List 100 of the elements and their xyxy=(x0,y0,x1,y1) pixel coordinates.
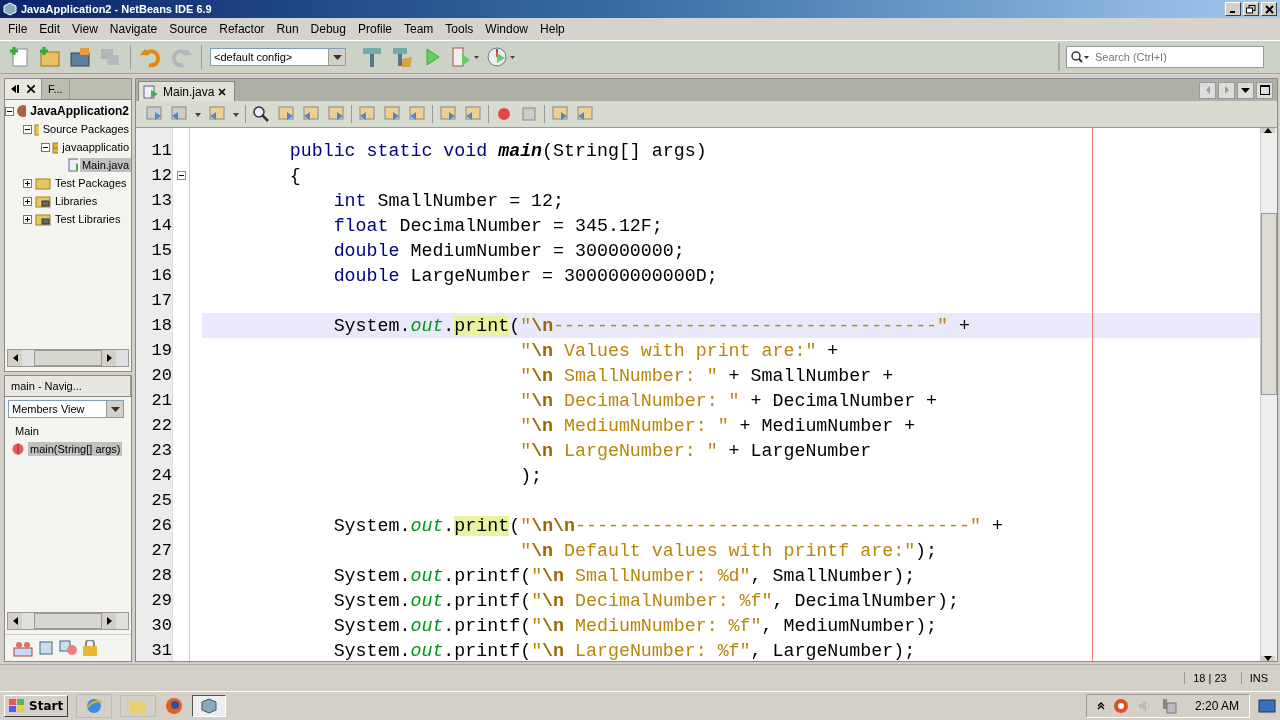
stop-icon[interactable] xyxy=(519,104,539,124)
menu-item[interactable]: Run xyxy=(270,22,305,36)
network-icon[interactable] xyxy=(1160,698,1177,714)
search-icon[interactable] xyxy=(251,104,271,124)
expand-icon[interactable] xyxy=(23,178,33,188)
collapse-icon[interactable] xyxy=(176,171,186,180)
field-name: out xyxy=(410,615,444,636)
string-literal: " xyxy=(520,365,532,386)
escape-sequence: \n xyxy=(542,590,565,611)
debug-icon[interactable] xyxy=(450,45,480,69)
arrow-left-icon[interactable] xyxy=(12,617,18,625)
document-list-button[interactable] xyxy=(1237,81,1254,99)
tree-item[interactable]: JavaApplication2 xyxy=(28,103,131,119)
windows-logo-icon xyxy=(9,699,25,713)
firefox-icon[interactable] xyxy=(164,696,185,716)
code-text: .printf( xyxy=(443,615,532,636)
restore-icon xyxy=(1246,4,1256,14)
clean-build-icon[interactable] xyxy=(390,45,414,69)
menu-item[interactable]: Profile xyxy=(352,22,398,36)
search-icon[interactable] xyxy=(1070,50,1090,64)
line-number: 28 xyxy=(151,566,172,585)
string-literal: ------------------------------------" xyxy=(575,515,981,536)
panel-tab[interactable] xyxy=(5,79,42,99)
browser-icon[interactable] xyxy=(76,694,113,718)
close-icon[interactable] xyxy=(27,85,35,93)
tree-item[interactable]: Test Libraries xyxy=(53,212,123,226)
arrow-left-icon[interactable] xyxy=(12,354,18,362)
line-number: 26 xyxy=(151,516,172,535)
config-dropdown[interactable]: <default config> xyxy=(210,48,346,66)
scroll-left-button[interactable] xyxy=(1199,81,1216,99)
menu-item[interactable]: Help xyxy=(534,22,571,36)
hammer-icon[interactable] xyxy=(360,45,384,69)
close-icon xyxy=(1264,4,1274,14)
editor-tab[interactable]: Main.java xyxy=(138,81,236,101)
menu-item[interactable]: Debug xyxy=(304,22,352,36)
square-circle-icon[interactable] xyxy=(57,640,79,656)
menu-item[interactable]: Navigate xyxy=(103,22,164,36)
member-item[interactable]: main(String[] args) xyxy=(28,442,123,456)
menu-item[interactable]: Source xyxy=(163,22,214,36)
code-text: + MediumNumber + xyxy=(738,415,916,436)
vertical-scrollbar[interactable] xyxy=(1260,128,1277,661)
tree-item[interactable]: Main.java xyxy=(79,158,131,172)
arrow-up-icon[interactable] xyxy=(1264,128,1272,133)
close-button[interactable] xyxy=(1261,2,1277,16)
menu-item[interactable]: File xyxy=(2,22,34,36)
tree-item[interactable]: Libraries xyxy=(53,194,100,208)
arrow-right-icon[interactable] xyxy=(106,354,112,362)
square-icon[interactable] xyxy=(39,641,53,655)
lock-icon[interactable] xyxy=(83,640,97,656)
menu-item[interactable]: Edit xyxy=(33,22,67,36)
minimize-panel-icon[interactable] xyxy=(11,84,21,94)
menu-item[interactable]: Tools xyxy=(439,22,480,36)
arrow-right-icon[interactable] xyxy=(106,617,112,625)
collapse-icon[interactable] xyxy=(41,142,50,152)
project-icon xyxy=(16,104,27,118)
line-number: 21 xyxy=(151,391,172,410)
profile-icon[interactable] xyxy=(486,45,516,69)
tree-item[interactable]: Source Packages xyxy=(40,122,131,136)
start-button[interactable]: Start xyxy=(4,695,69,717)
horizontal-scrollbar[interactable] xyxy=(7,612,129,630)
expand-icon[interactable] xyxy=(23,196,33,206)
minimize-button[interactable] xyxy=(1225,2,1241,16)
code-text: System. xyxy=(333,615,411,636)
code-text: DecimalNumber = 345.12F; xyxy=(398,215,663,236)
restore-button[interactable] xyxy=(1243,2,1259,16)
search-field[interactable]: Search (Ctrl+I) xyxy=(1066,46,1264,68)
collapse-icon[interactable] xyxy=(23,124,32,134)
collapse-icon[interactable] xyxy=(5,106,14,116)
maximize-button[interactable] xyxy=(1256,81,1273,99)
escape-sequence: \n xyxy=(542,640,565,661)
chevron-up-icon[interactable] xyxy=(1096,702,1105,710)
string-literal: " xyxy=(520,515,532,536)
menu-item[interactable]: Window xyxy=(479,22,535,36)
menu-item[interactable]: View xyxy=(66,22,104,36)
navigator-tab[interactable]: main - Navig... xyxy=(5,376,131,396)
open-folder-icon[interactable] xyxy=(68,45,92,69)
escape-sequence: \n xyxy=(531,390,554,411)
string-literal: " xyxy=(520,340,532,361)
new-project-icon[interactable] xyxy=(38,45,62,69)
string-literal: SmallNumber: " xyxy=(563,365,718,386)
app-tray-icon[interactable] xyxy=(1112,698,1129,714)
netbeans-task-button[interactable] xyxy=(192,695,227,717)
expand-icon[interactable] xyxy=(23,214,33,224)
line-number: 27 xyxy=(151,541,172,560)
menu-item[interactable]: Refactor xyxy=(213,22,271,36)
code-text: System. xyxy=(333,515,411,536)
java-file-icon xyxy=(67,158,78,172)
class-item[interactable]: Main xyxy=(13,424,41,438)
string-literal: SmallNumber: %d" xyxy=(574,565,751,586)
code-text: ); xyxy=(915,540,938,561)
view-dropdown[interactable]: Members View xyxy=(8,400,124,418)
arrow-down-icon[interactable] xyxy=(1264,656,1272,661)
tree-item[interactable]: javaapplicatio xyxy=(60,140,131,154)
show-desktop-icon[interactable] xyxy=(1258,699,1276,713)
code-text: System. xyxy=(333,640,411,661)
menu-item[interactable]: Team xyxy=(398,22,440,36)
horizontal-scrollbar[interactable] xyxy=(7,349,129,367)
tree-item[interactable]: Test Packages xyxy=(53,176,129,190)
close-icon[interactable] xyxy=(218,87,227,96)
line-number: 14 xyxy=(151,216,172,235)
